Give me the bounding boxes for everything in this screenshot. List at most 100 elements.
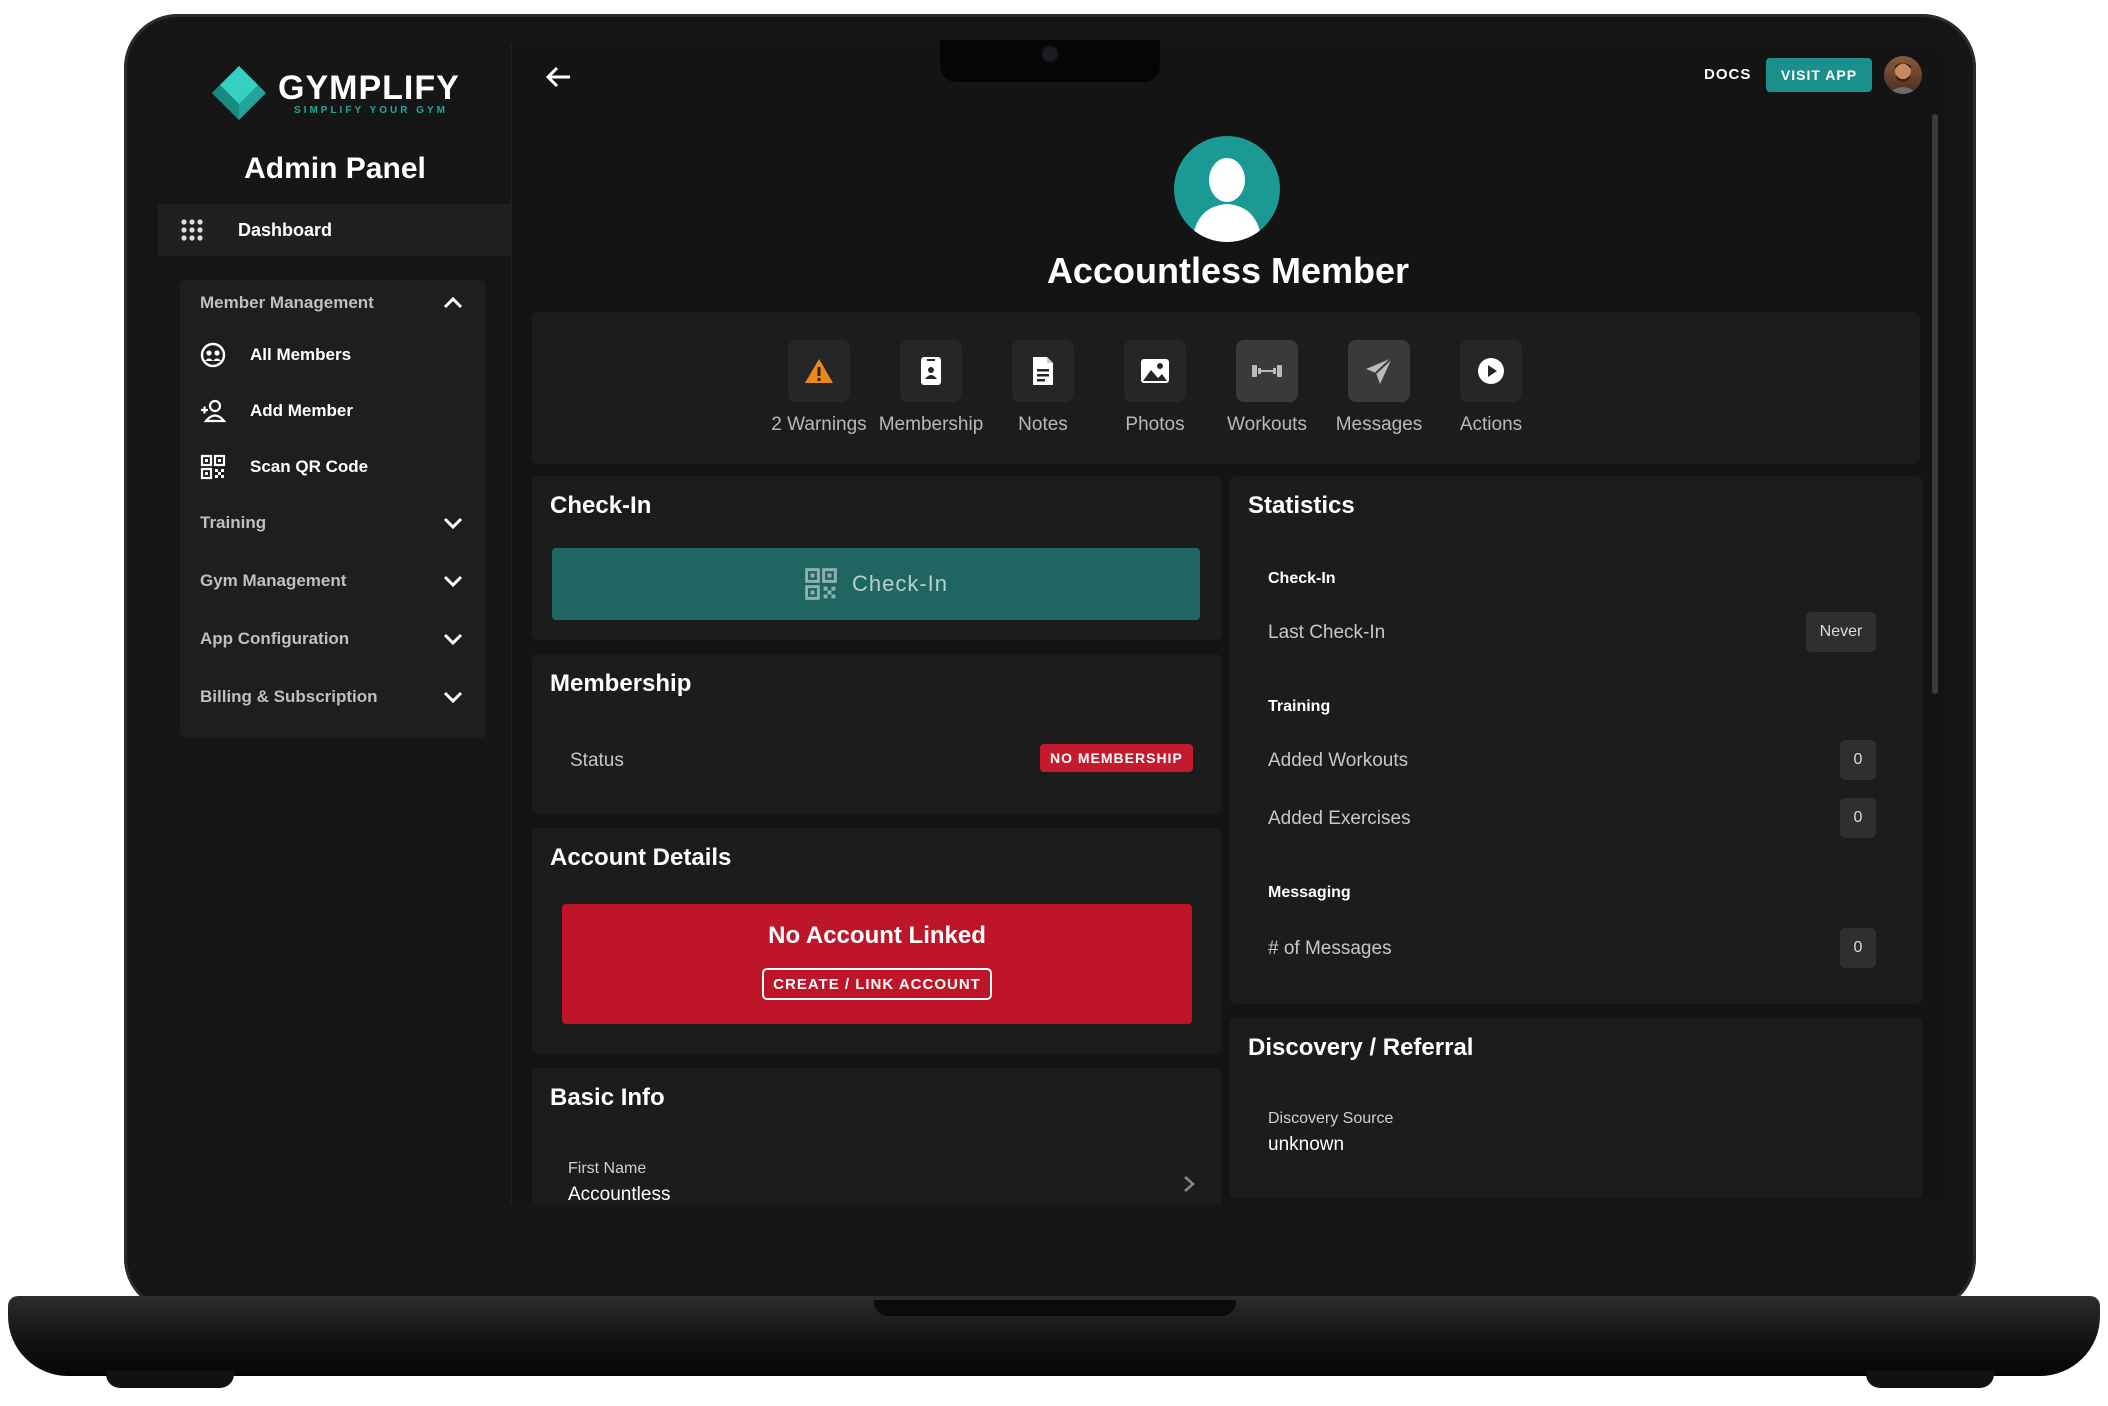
membership-card-icon bbox=[921, 357, 941, 385]
play-icon bbox=[1478, 358, 1504, 384]
card-title: Statistics bbox=[1248, 492, 1355, 519]
notes-icon bbox=[1033, 357, 1053, 385]
section-billing-subscription[interactable]: Billing & Subscription bbox=[180, 674, 486, 720]
added-exercises-label: Added Exercises bbox=[1268, 808, 1411, 829]
chevron-down-icon bbox=[443, 575, 463, 588]
discovery-source-value: unknown bbox=[1268, 1134, 1345, 1155]
tab-label: Workouts bbox=[1227, 414, 1307, 435]
statistics-card: Statistics Check-In Last Check-In Never … bbox=[1230, 476, 1922, 1004]
chevron-up-icon bbox=[443, 296, 463, 309]
members-group-icon bbox=[200, 342, 226, 368]
all-members-label: All Members bbox=[250, 345, 352, 364]
no-account-banner: No Account Linked CREATE / LINK ACCOUNT bbox=[562, 904, 1192, 1024]
scrollbar[interactable] bbox=[1932, 114, 1938, 694]
section-label: Member Management bbox=[200, 293, 374, 312]
basic-info-card: Basic Info First Name Accountless bbox=[532, 1068, 1222, 1204]
send-icon bbox=[1366, 357, 1393, 384]
first-name-value[interactable]: Accountless bbox=[568, 1184, 670, 1204]
card-title: Membership bbox=[550, 670, 692, 697]
last-checkin-value: Never bbox=[1806, 612, 1876, 652]
messages-count-label: # of Messages bbox=[1268, 938, 1392, 959]
messaging-heading: Messaging bbox=[1268, 884, 1351, 901]
section-label: App Configuration bbox=[200, 629, 350, 648]
scan-qr-label: Scan QR Code bbox=[250, 457, 369, 476]
discovery-source-label: Discovery Source bbox=[1268, 1110, 1394, 1127]
dumbbell-icon bbox=[1252, 365, 1282, 377]
screen: GYMPLIFY SIMPLIFY YOUR GYM Admin Panel D… bbox=[158, 44, 1946, 1204]
chevron-down-icon bbox=[443, 517, 463, 530]
tab-messages[interactable]: Messages bbox=[1324, 340, 1434, 436]
sidebar-item-dashboard[interactable]: Dashboard bbox=[158, 204, 512, 256]
account-details-card: Account Details No Account Linked CREATE… bbox=[532, 828, 1222, 1054]
card-title: Account Details bbox=[550, 844, 732, 871]
laptop-foot-right bbox=[1866, 1370, 1994, 1388]
tab-label: Actions bbox=[1459, 414, 1523, 435]
photos-icon bbox=[1141, 359, 1169, 383]
tab-label: 2 Warnings bbox=[771, 414, 867, 435]
messages-count-value: 0 bbox=[1840, 928, 1876, 968]
chevron-down-icon bbox=[443, 691, 463, 704]
tab-label: Photos bbox=[1125, 414, 1185, 435]
sidebar: GYMPLIFY SIMPLIFY YOUR GYM Admin Panel D… bbox=[158, 44, 512, 1204]
checkin-button-label: Check-In bbox=[851, 571, 949, 596]
tab-warnings[interactable]: 2 Warnings bbox=[764, 340, 874, 436]
laptop-foot-left bbox=[106, 1370, 234, 1388]
tab-actions[interactable]: Actions bbox=[1436, 340, 1546, 436]
card-title: Check-In bbox=[550, 492, 652, 519]
membership-card: Membership Status NO MEMBERSHIP bbox=[532, 654, 1222, 814]
first-name-label: First Name bbox=[568, 1160, 647, 1177]
add-member-label: Add Member bbox=[250, 401, 353, 420]
brand-name: GYMPLIFY bbox=[278, 68, 460, 107]
visit-app-button[interactable]: VISIT APP bbox=[1766, 58, 1872, 92]
qr-code-icon bbox=[200, 454, 226, 480]
user-avatar[interactable] bbox=[1884, 56, 1922, 94]
brand-logo[interactable]: GYMPLIFY SIMPLIFY YOUR GYM bbox=[210, 64, 460, 122]
status-label: Status bbox=[570, 750, 624, 771]
checkin-button[interactable]: Check-In bbox=[552, 548, 1200, 620]
added-exercises-value: 0 bbox=[1840, 798, 1876, 838]
section-member-management[interactable]: Member Management bbox=[180, 280, 486, 326]
grid-icon bbox=[181, 219, 203, 241]
sidebar-item-scan-qr[interactable]: Scan QR Code bbox=[180, 442, 486, 492]
camera bbox=[1043, 47, 1057, 61]
tab-label: Notes bbox=[1018, 414, 1068, 435]
sidebar-menu: Member Management All Members Add Member bbox=[180, 280, 486, 738]
added-workouts-label: Added Workouts bbox=[1268, 750, 1409, 771]
create-link-account-button[interactable]: CREATE / LINK ACCOUNT bbox=[762, 968, 992, 1000]
section-app-configuration[interactable]: App Configuration bbox=[180, 616, 486, 662]
docs-link[interactable]: DOCS bbox=[1704, 66, 1751, 83]
gymplify-logo-icon bbox=[210, 64, 268, 122]
tab-label: Messages bbox=[1335, 414, 1423, 435]
sidebar-item-add-member[interactable]: Add Member bbox=[180, 386, 486, 436]
card-title: Basic Info bbox=[550, 1084, 665, 1111]
last-checkin-label: Last Check-In bbox=[1268, 622, 1386, 643]
tab-label: Membership bbox=[878, 414, 984, 435]
checkin-card: Check-In Check-In bbox=[532, 476, 1222, 640]
no-account-message: No Account Linked bbox=[768, 922, 986, 949]
discovery-card: Discovery / Referral Discovery Source un… bbox=[1230, 1018, 1922, 1198]
section-gym-management[interactable]: Gym Management bbox=[180, 558, 486, 604]
warning-icon bbox=[805, 359, 833, 383]
section-label: Billing & Subscription bbox=[200, 687, 378, 706]
qr-code-icon bbox=[805, 568, 837, 600]
sidebar-item-all-members[interactable]: All Members bbox=[180, 330, 486, 380]
chevron-down-icon bbox=[443, 633, 463, 646]
brand-tagline: SIMPLIFY YOUR GYM bbox=[294, 104, 448, 116]
member-name: Accountless Member bbox=[1046, 250, 1410, 291]
card-title: Discovery / Referral bbox=[1248, 1034, 1474, 1061]
member-tabs: 2 Warnings Membership Notes Photos Worko… bbox=[532, 312, 1920, 464]
chevron-right-icon[interactable] bbox=[1182, 1174, 1196, 1194]
tab-workouts[interactable]: Workouts bbox=[1212, 340, 1322, 436]
added-workouts-value: 0 bbox=[1840, 740, 1876, 780]
membership-status-badge: NO MEMBERSHIP bbox=[1040, 744, 1193, 772]
section-training[interactable]: Training bbox=[180, 500, 486, 546]
tab-photos[interactable]: Photos bbox=[1100, 340, 1210, 436]
checkin-heading: Check-In bbox=[1268, 570, 1336, 587]
laptop-hinge bbox=[874, 1300, 1236, 1316]
tab-membership[interactable]: Membership bbox=[876, 340, 986, 436]
back-arrow-icon[interactable] bbox=[544, 62, 574, 92]
panel-title: Admin Panel bbox=[244, 152, 426, 185]
training-heading: Training bbox=[1268, 698, 1331, 715]
section-label: Gym Management bbox=[200, 571, 347, 590]
tab-notes[interactable]: Notes bbox=[988, 340, 1098, 436]
